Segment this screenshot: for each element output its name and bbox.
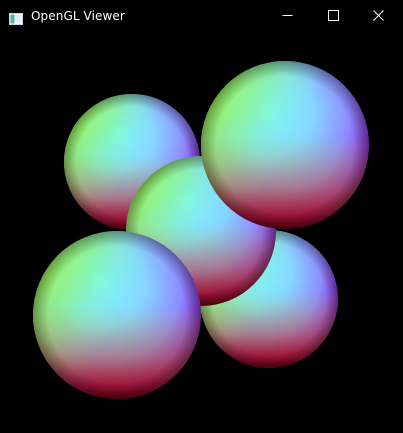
gl-canvas[interactable] [0, 31, 403, 433]
maximize-button[interactable] [310, 0, 356, 31]
close-button[interactable] [355, 0, 401, 31]
window-title: OpenGL Viewer [31, 8, 125, 23]
sphere-top-right [201, 61, 369, 229]
sphere-front-left [33, 231, 201, 399]
title-bar[interactable]: OpenGL Viewer [0, 0, 403, 31]
maximize-icon [327, 6, 339, 25]
close-icon [372, 6, 384, 25]
minimize-icon [282, 6, 293, 25]
app-window-icon [9, 10, 23, 25]
opengl-viewer-window: OpenGL Viewer [0, 0, 403, 433]
minimize-button[interactable] [264, 0, 310, 31]
rendered-scene [0, 31, 403, 433]
